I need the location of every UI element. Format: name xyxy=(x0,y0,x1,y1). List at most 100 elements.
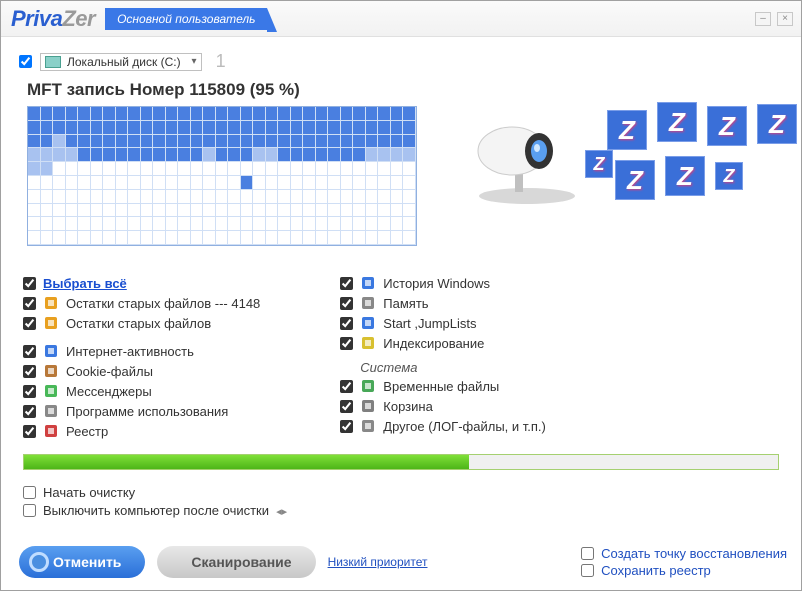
option-label: Cookie-файлы xyxy=(66,364,153,379)
progress-bar xyxy=(23,454,779,470)
disk-map-grid xyxy=(27,106,417,246)
z-icon: Z xyxy=(585,150,613,178)
option-item: Временные файлы xyxy=(340,377,546,395)
z-icon: Z xyxy=(757,104,797,144)
option-checkbox[interactable] xyxy=(23,345,36,358)
bin-icon xyxy=(360,398,376,414)
option-item: Интернет-активность xyxy=(23,342,260,360)
option-checkbox[interactable] xyxy=(340,277,353,290)
option-item: Start ,JumpLists xyxy=(340,314,546,332)
option-item: История Windows xyxy=(340,274,546,292)
option-item: Остатки старых файлов --- 4148 xyxy=(23,294,260,312)
power-icon xyxy=(360,315,376,331)
option-checkbox[interactable] xyxy=(23,385,36,398)
select-all-checkbox[interactable] xyxy=(23,277,36,290)
priority-link[interactable]: Низкий приоритет xyxy=(328,555,428,569)
app-window: PrivaZer Основной пользователь – × Локал… xyxy=(0,0,802,591)
right-options: История Windows Память Start ,JumpLists Инд… xyxy=(340,274,546,440)
option-checkbox[interactable] xyxy=(340,337,353,350)
option-checkbox[interactable] xyxy=(340,317,353,330)
titlebar: PrivaZer Основной пользователь – × xyxy=(1,1,801,37)
option-label: Индексирование xyxy=(383,336,484,351)
cookie-icon xyxy=(43,363,59,379)
option-checkbox[interactable] xyxy=(23,405,36,418)
option-item: Реестр xyxy=(23,422,260,440)
option-label: Мессенджеры xyxy=(66,384,152,399)
option-checkbox[interactable] xyxy=(23,365,36,378)
progress-fill xyxy=(24,455,469,469)
option-item: Индексирование xyxy=(340,334,546,352)
scan-button[interactable]: Сканирование xyxy=(157,546,315,578)
select-all-link[interactable]: Выбрать всё xyxy=(43,276,127,291)
option-label: Реестр xyxy=(66,424,108,439)
win-icon xyxy=(360,275,376,291)
option-label: Start ,JumpLists xyxy=(383,316,476,331)
z-icon: Z xyxy=(657,102,697,142)
z-icon: Z xyxy=(715,162,743,190)
final-options: Начать очистку Выключить компьютер после … xyxy=(23,484,801,519)
final-label: Начать очистку xyxy=(43,485,135,500)
final-checkbox[interactable] xyxy=(23,486,36,499)
z-icon: Z xyxy=(707,106,747,146)
idx-icon xyxy=(360,335,376,351)
option-checkbox[interactable] xyxy=(340,420,353,433)
option-item: Мессенджеры xyxy=(23,382,260,400)
user-tab[interactable]: Основной пользователь xyxy=(105,8,267,30)
option-checkbox[interactable] xyxy=(340,400,353,413)
illustration-area: Z Z Z Z Z Z Z Z xyxy=(467,106,781,256)
globe-icon xyxy=(43,343,59,359)
option-item: Остатки старых файлов xyxy=(23,314,260,332)
disk-checkbox[interactable] xyxy=(19,55,32,68)
drive-icon xyxy=(45,56,61,68)
system-heading: Система xyxy=(360,360,546,375)
option-checkbox[interactable] xyxy=(23,317,36,330)
msg-icon xyxy=(43,383,59,399)
option-label: Остатки старых файлов xyxy=(66,316,211,331)
left-options: Выбрать всё Остатки старых файлов --- 414… xyxy=(23,274,260,440)
option-label: История Windows xyxy=(383,276,490,291)
option-checkbox[interactable] xyxy=(340,297,353,310)
disk-selector[interactable]: Локальный диск (C:) xyxy=(40,53,202,71)
reg-icon xyxy=(43,423,59,439)
option-item: Программе использования xyxy=(23,402,260,420)
disk-index: 1 xyxy=(216,51,226,72)
option-label: Интернет-активность xyxy=(66,344,194,359)
restore-checkbox[interactable] xyxy=(581,564,594,577)
restore-link[interactable]: Сохранить реестр xyxy=(601,563,711,578)
final-option: Начать очистку xyxy=(23,484,801,501)
lock-icon xyxy=(43,295,59,311)
option-label: Остатки старых файлов --- 4148 xyxy=(66,296,260,311)
disk-label: Локальный диск (C:) xyxy=(67,55,181,69)
option-checkbox[interactable] xyxy=(23,425,36,438)
clock-icon xyxy=(43,403,59,419)
mem-icon xyxy=(360,295,376,311)
cancel-button[interactable]: Отменить xyxy=(19,546,145,578)
option-item: Другое (ЛОГ-файлы, и т.п.) xyxy=(340,417,546,435)
option-label: Временные файлы xyxy=(383,379,499,394)
tmp-icon xyxy=(360,378,376,394)
camera-icon xyxy=(467,106,587,206)
option-checkbox[interactable] xyxy=(340,380,353,393)
option-checkbox[interactable] xyxy=(23,297,36,310)
final-checkbox[interactable] xyxy=(23,504,36,517)
lock-icon xyxy=(43,315,59,331)
z-icon: Z xyxy=(615,160,655,200)
option-label: Другое (ЛОГ-файлы, и т.п.) xyxy=(383,419,546,434)
final-option: Выключить компьютер после очистки ◂▸ xyxy=(23,502,801,519)
option-item: Корзина xyxy=(340,397,546,415)
restore-checkbox[interactable] xyxy=(581,547,594,560)
option-item: Cookie-файлы xyxy=(23,362,260,380)
restore-link[interactable]: Создать точку восстановления xyxy=(601,546,787,561)
close-button[interactable]: × xyxy=(777,12,793,26)
other-icon xyxy=(360,418,376,434)
option-item: Память xyxy=(340,294,546,312)
option-label: Корзина xyxy=(383,399,433,414)
option-label: Память xyxy=(383,296,428,311)
logo: PrivaZer xyxy=(11,6,95,32)
z-icon: Z xyxy=(665,156,705,196)
final-label: Выключить компьютер после очистки ◂▸ xyxy=(43,503,287,518)
z-icon: Z xyxy=(607,110,647,150)
status-text: MFT запись Номер 115809 (95 %) xyxy=(27,80,801,100)
option-label: Программе использования xyxy=(66,404,228,419)
minimize-button[interactable]: – xyxy=(755,12,771,26)
